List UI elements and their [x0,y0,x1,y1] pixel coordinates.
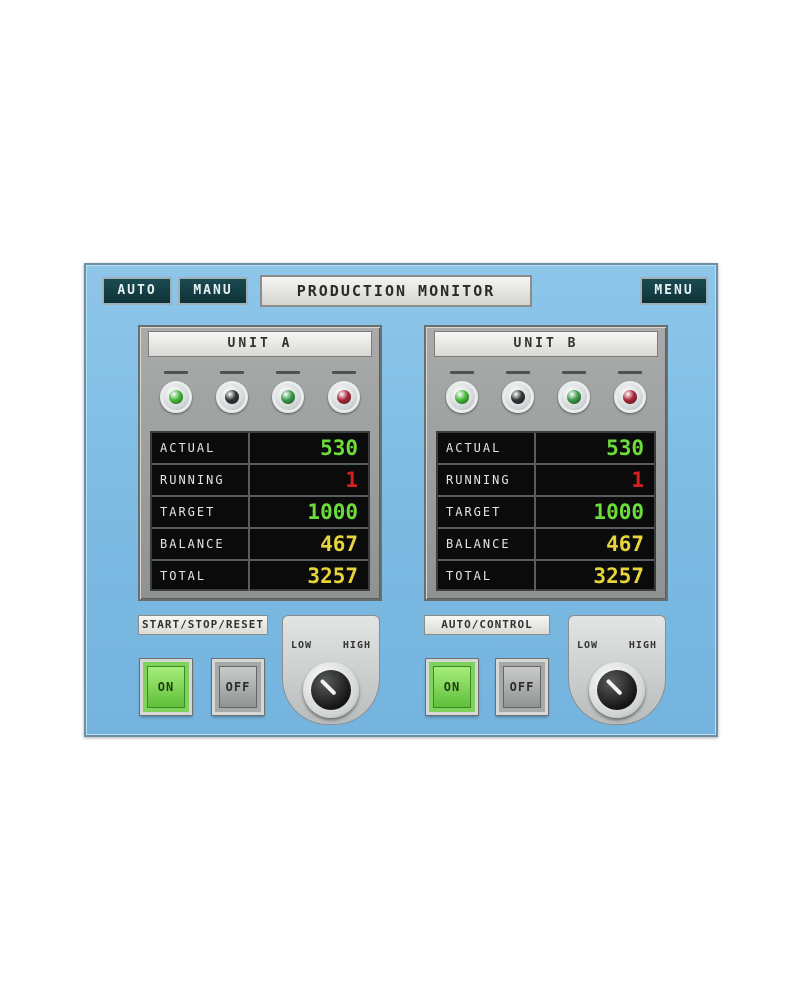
dark-indicator-icon [216,381,248,413]
button-label: OFF [219,666,257,708]
lamp-core [623,390,637,404]
readout-row: BALANCE 467 [438,527,654,559]
unit-a-selector: LOW HIGH [282,615,380,725]
unit-a-title: UNIT A [148,331,372,357]
menu-button[interactable]: MENU [640,277,708,305]
unit-b-mode-label: AUTO/CONTROL [424,615,550,635]
unit-b-on-button[interactable]: ON [426,659,478,715]
unit-b-off-button[interactable]: OFF [496,659,548,715]
selector-left-label: LOW [577,640,599,651]
selector-left-label: LOW [291,640,313,651]
panel-title: PRODUCTION MONITOR [260,275,532,307]
unit-b-selector: LOW HIGH [568,615,666,725]
unit-b-readout: ACTUAL 530 RUNNING 1 TARGET 1000 BALANCE… [436,431,656,591]
readout-label: TOTAL [152,561,250,591]
readout-value: 1 [631,468,644,492]
red-indicator-icon [614,381,646,413]
readout-value: 530 [320,436,358,460]
knob-icon [597,670,637,710]
readout-row: TARGET 1000 [438,495,654,527]
lamp-label-dash [506,371,530,374]
unit-a-on-button[interactable]: ON [140,659,192,715]
lamp-core [225,390,239,404]
unit-a-lamp-4 [324,371,364,417]
lamp-label-dash [332,371,356,374]
button-label: OFF [503,666,541,708]
green-indicator-icon [272,381,304,413]
unit-a-selector-knob[interactable] [303,662,359,718]
readout-row: RUNNING 1 [152,463,368,495]
unit-a-lamp-3 [268,371,308,417]
lamp-core [511,390,525,404]
lamp-label-dash [618,371,642,374]
unit-a-mode-label: START/STOP/RESET [138,615,268,635]
green-indicator-icon [446,381,478,413]
readout-row: ACTUAL 530 [152,433,368,463]
selector-right-label: HIGH [342,640,371,651]
lamp-core [337,390,351,404]
unit-b-panel: UNIT B ACTUAL 530 RUNNING 1 TARGET 1000 … [424,325,668,601]
readout-value: 3257 [307,564,358,588]
readout-label: ACTUAL [438,433,536,463]
readout-row: RUNNING 1 [438,463,654,495]
readout-label: TARGET [438,497,536,527]
unit-a-off-button[interactable]: OFF [212,659,264,715]
readout-row: TOTAL 3257 [152,559,368,591]
button-label: ON [147,666,185,708]
green-indicator-icon [160,381,192,413]
readout-label: TARGET [152,497,250,527]
lamp-label-dash [220,371,244,374]
auto-mode-button[interactable]: AUTO [102,277,172,305]
readout-label: BALANCE [152,529,250,559]
readout-label: TOTAL [438,561,536,591]
lamp-core [567,390,581,404]
lamp-label-dash [562,371,586,374]
readout-label: BALANCE [438,529,536,559]
unit-a-panel: UNIT A ACTUAL 530 RUNNING 1 TARGET 1000 … [138,325,382,601]
readout-value: 3257 [593,564,644,588]
readout-row: TOTAL 3257 [438,559,654,591]
readout-value: 1000 [307,500,358,524]
unit-b-lamp-1 [442,371,482,417]
unit-b-title: UNIT B [434,331,658,357]
lamp-core [169,390,183,404]
readout-value: 530 [606,436,644,460]
unit-b-lamp-2 [498,371,538,417]
lamp-label-dash [276,371,300,374]
readout-row: BALANCE 467 [152,527,368,559]
lamp-core [281,390,295,404]
unit-b-lamp-4 [610,371,650,417]
unit-a-readout: ACTUAL 530 RUNNING 1 TARGET 1000 BALANCE… [150,431,370,591]
control-panel: AUTO MANU PRODUCTION MONITOR MENU UNIT A… [84,263,718,737]
readout-label: RUNNING [152,465,250,495]
dark-indicator-icon [502,381,534,413]
readout-value: 1000 [593,500,644,524]
unit-b-selector-knob[interactable] [589,662,645,718]
lamp-core [455,390,469,404]
red-indicator-icon [328,381,360,413]
readout-label: ACTUAL [152,433,250,463]
readout-row: ACTUAL 530 [438,433,654,463]
unit-a-lamp-2 [212,371,252,417]
lamp-label-dash [450,371,474,374]
readout-value: 467 [606,532,644,556]
readout-value: 1 [345,468,358,492]
lamp-label-dash [164,371,188,374]
unit-b-lamp-3 [554,371,594,417]
green-indicator-icon [558,381,590,413]
knob-pointer [319,678,337,696]
manual-mode-button[interactable]: MANU [178,277,248,305]
knob-pointer [605,678,623,696]
unit-a-lamp-1 [156,371,196,417]
selector-right-label: HIGH [628,640,657,651]
button-label: ON [433,666,471,708]
readout-label: RUNNING [438,465,536,495]
knob-icon [311,670,351,710]
readout-row: TARGET 1000 [152,495,368,527]
readout-value: 467 [320,532,358,556]
